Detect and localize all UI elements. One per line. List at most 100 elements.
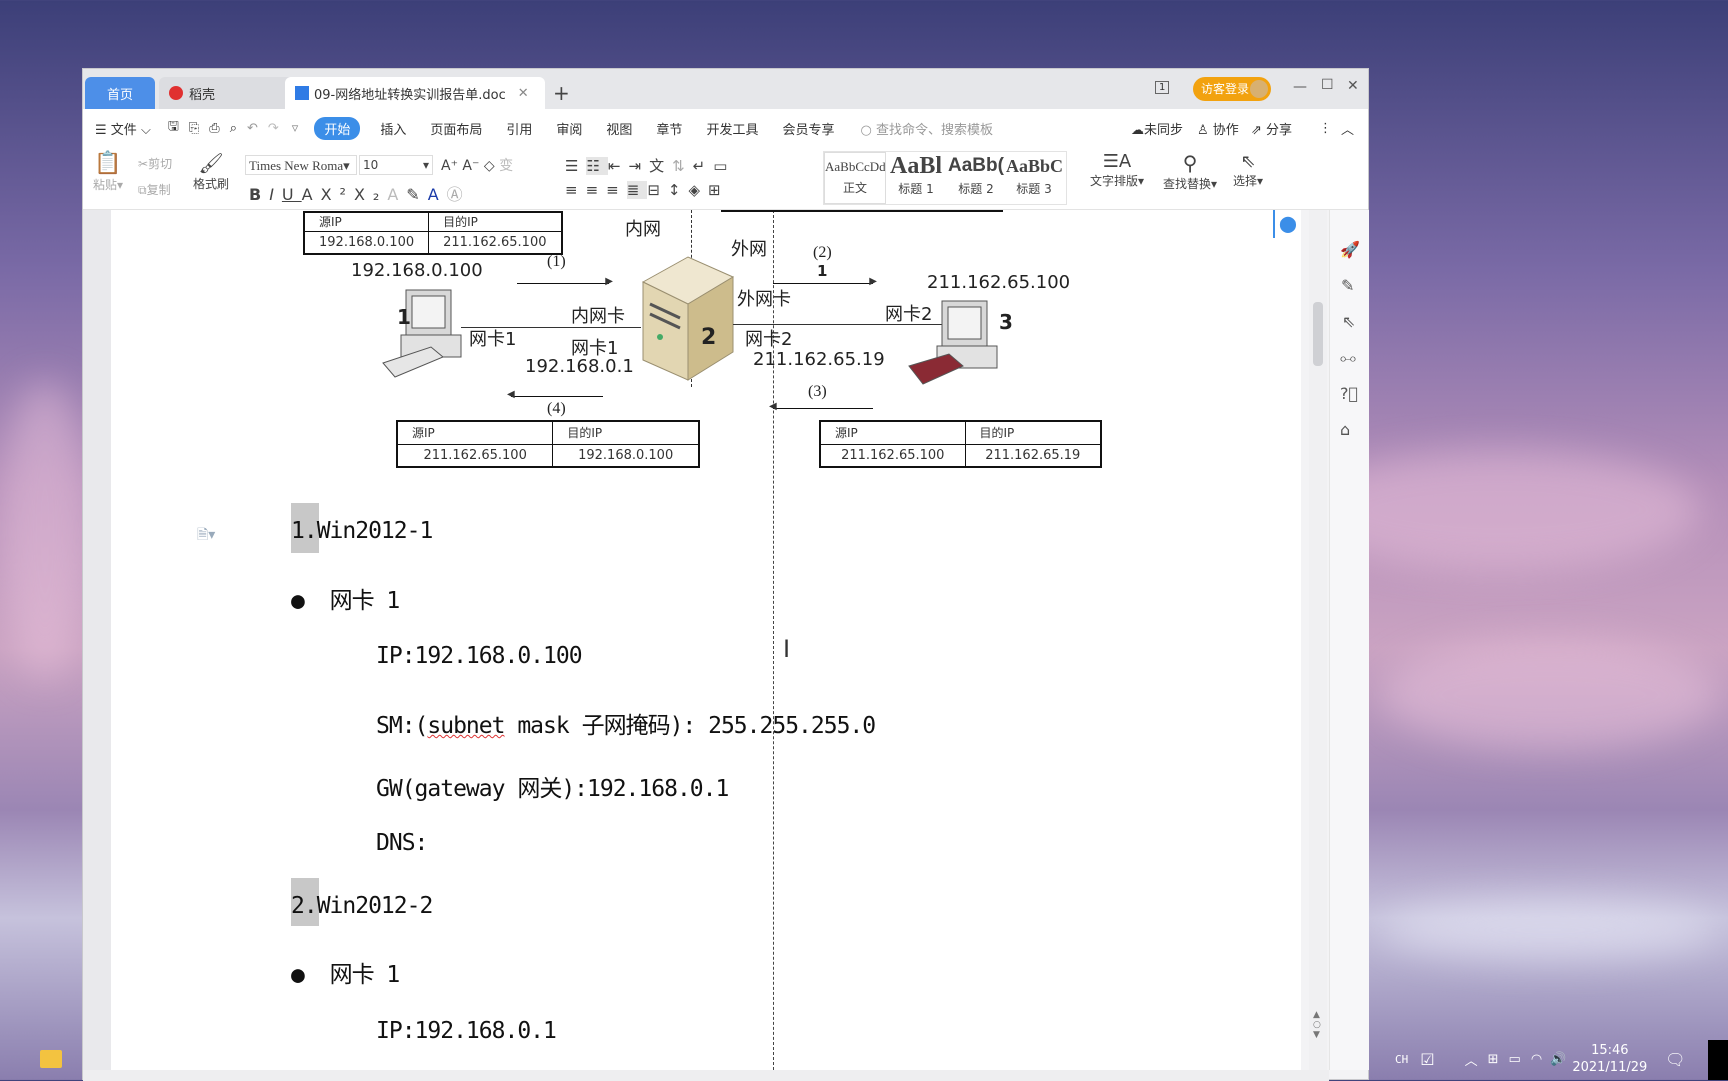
show-hidden-icons[interactable]: ︿ (1465, 1050, 1478, 1069)
numbered-list-icon[interactable]: ☷ (586, 157, 608, 175)
sliders-icon[interactable]: ⧟ (1340, 348, 1356, 368)
decrease-indent-icon[interactable]: ⇤ (608, 157, 629, 175)
minimize-button[interactable]: — (1293, 79, 1307, 95)
tab-document[interactable]: 09-网络地址转换实训报告单.doc ✕ (285, 77, 545, 109)
superscript-icon[interactable]: X² (321, 185, 354, 204)
char-border-icon[interactable]: Ⓐ (447, 185, 471, 204)
vertical-scrollbar[interactable]: ▲ ○ ▼ (1309, 210, 1327, 1070)
inner-nic-label: 内网卡 (571, 306, 625, 327)
horizontal-scrollbar[interactable] (83, 1070, 1329, 1081)
text-layout-button[interactable]: ☰A 文字排版▾ (1090, 151, 1144, 189)
quick-access-dropdown[interactable]: ▿ (292, 121, 299, 136)
store-icon[interactable]: ⌂ (1340, 420, 1350, 439)
cut-button[interactable]: ✂剪切 (138, 155, 172, 172)
menu-start[interactable]: 开始 (314, 116, 361, 140)
more-icon[interactable]: ⋮ (1319, 121, 1332, 136)
prev-page-icon[interactable]: ▲ ○ ▼ (1313, 1010, 1321, 1040)
collab-button[interactable]: ♙ 协作 (1197, 119, 1239, 138)
borders-icon[interactable]: ⊞ (708, 181, 729, 199)
menu-review[interactable]: 审阅 (556, 119, 582, 138)
save-icon[interactable]: 🖫 (168, 117, 179, 139)
sync-status[interactable]: ☁未同步 (1131, 119, 1183, 138)
strikethrough-icon[interactable]: A (302, 185, 321, 204)
line-spacing-icon[interactable]: ↕ (668, 181, 689, 199)
text-layout-icon: ☰A (1102, 151, 1132, 172)
menu-developer[interactable]: 开发工具 (706, 119, 758, 138)
bullet-nic-1: ● 网卡 1 (291, 588, 400, 614)
justify-icon[interactable]: ≣ (626, 181, 648, 199)
pen-icon[interactable]: ✎ (1341, 276, 1354, 295)
volume-icon[interactable]: 🔊 (1550, 1052, 1566, 1067)
menu-section[interactable]: 章节 (656, 119, 682, 138)
help-icon[interactable]: ?⃝ (1340, 384, 1358, 403)
command-search[interactable]: ○ 查找命令、搜索模板 (860, 119, 993, 138)
location-pin-button[interactable]: ⬤ (1273, 210, 1301, 238)
rocket-icon[interactable]: 🚀 (1340, 240, 1360, 259)
wifi-icon[interactable]: ◠ (1531, 1052, 1542, 1067)
font-color-icon[interactable]: A (428, 185, 447, 204)
pc-3-icon (908, 300, 998, 385)
style-normal[interactable]: AaBbCcDd 正文 (824, 152, 886, 204)
wps-window: 首页 稻壳 09-网络地址转换实训报告单.doc ✕ + 1 访客登录 — ☐ ✕… (82, 68, 1369, 1081)
sort-icon[interactable]: ⇅ (672, 157, 693, 175)
style-heading-2[interactable]: AaBb(标题 2 (946, 152, 1006, 204)
italic-icon[interactable]: I (269, 185, 282, 204)
export-pdf-icon[interactable]: ⎘ (189, 121, 199, 136)
maximize-button[interactable]: ☐ (1321, 77, 1334, 93)
print-icon[interactable]: ⎙ (209, 121, 219, 136)
align-right-icon[interactable]: ≡ (606, 181, 627, 199)
shading-icon[interactable]: ◈ (688, 181, 708, 199)
style-heading-1[interactable]: AaBl 标题 1 (886, 152, 946, 204)
close-tab-icon[interactable]: ✕ (518, 86, 529, 101)
taskbar-app-icon[interactable] (40, 1050, 62, 1068)
paste-button[interactable]: 📋 粘贴▾ (93, 151, 123, 193)
menu-insert[interactable]: 插入 (380, 119, 406, 138)
tab-home[interactable]: 首页 (85, 77, 155, 109)
pointer-icon[interactable]: ⇖ (1342, 312, 1355, 331)
font-name-select[interactable]: Times New Roma▾ (245, 155, 357, 175)
scroll-thumb[interactable] (1313, 302, 1323, 366)
increase-indent-icon[interactable]: ⇥ (628, 157, 649, 175)
table-ruler-icon[interactable]: ▭ (713, 157, 735, 175)
ime-indicator[interactable]: CH (1395, 1053, 1408, 1066)
distribute-icon[interactable]: ⊟ (647, 181, 668, 199)
paragraph-options-icon[interactable]: 🗎▾ (197, 524, 215, 548)
undo-icon[interactable]: ↶ (247, 121, 258, 136)
bold-icon[interactable]: B (249, 185, 269, 204)
menu-member[interactable]: 会员专享 (782, 119, 834, 138)
clock[interactable]: 15:46 2021/11/29 (1572, 1042, 1647, 1076)
new-tab-button[interactable]: + (543, 77, 580, 109)
redo-icon[interactable]: ↷ (268, 121, 279, 136)
print-preview-icon[interactable]: ⌕ (230, 121, 237, 136)
notification-icon[interactable]: 🗨 (1665, 1050, 1685, 1069)
find-replace-button[interactable]: ⚲ 查找替换▾ (1163, 151, 1217, 192)
chinese-layout-icon[interactable]: 文 (649, 157, 672, 175)
share-button[interactable]: ⇗ 分享 (1251, 119, 1292, 138)
copy-button[interactable]: ⧉复制 (138, 181, 171, 198)
menu-references[interactable]: 引用 (506, 119, 532, 138)
style-heading-3[interactable]: AaBbC 标题 3 (1006, 152, 1062, 204)
select-button[interactable]: ⇖ 选择▾ (1233, 151, 1263, 189)
font-size-select[interactable]: 10 ▾ (359, 155, 433, 175)
underline-icon[interactable]: U (282, 185, 302, 204)
show-marks-icon[interactable]: ↵ (693, 157, 714, 175)
format-painter-button[interactable]: 🖌 格式刷 (193, 151, 229, 192)
guest-login-button[interactable]: 访客登录 (1193, 77, 1271, 101)
align-center-icon[interactable]: ≡ (586, 181, 607, 199)
pen-input-icon[interactable]: ☑ (1420, 1050, 1434, 1069)
menu-page-layout[interactable]: 页面布局 (430, 119, 482, 138)
highlight-icon[interactable]: ✎ (406, 185, 427, 204)
font-grow-icon[interactable]: A⁺ A⁻ ◇ 变 (441, 155, 513, 175)
menu-view[interactable]: 视图 (606, 119, 632, 138)
close-button[interactable]: ✕ (1347, 78, 1359, 94)
text-effect-icon[interactable]: A (387, 185, 406, 204)
file-menu[interactable]: ☰ 文件 ⌵ (95, 119, 151, 138)
display-icon[interactable]: ⊞ (1488, 1052, 1499, 1067)
align-left-icon[interactable]: ≡ (565, 181, 586, 199)
document-page[interactable]: 源IP 目的IP 192.168.0.100 211.162.65.100 内网 外… (111, 210, 1301, 1070)
battery-icon[interactable]: ▭ (1509, 1052, 1521, 1067)
bullet-list-icon[interactable]: ☰ (565, 157, 586, 175)
page-indicator[interactable]: 1 (1155, 81, 1170, 94)
collapse-ribbon-icon[interactable]: ︿ (1341, 119, 1354, 138)
subscript-icon[interactable]: X₂ (354, 185, 387, 204)
